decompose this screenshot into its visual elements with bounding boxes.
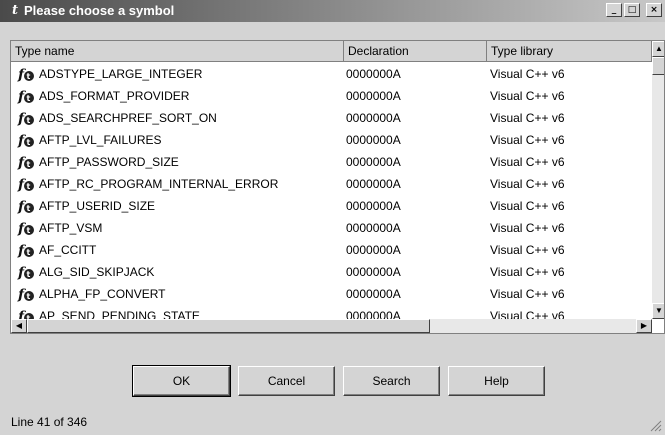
type-library-cell: Visual C++ v6 [490, 111, 565, 125]
type-library-cell: Visual C++ v6 [490, 287, 565, 301]
vertical-scrollbar[interactable]: ▲ ▼ [652, 41, 664, 319]
ok-button[interactable]: OK [132, 365, 231, 397]
table-row[interactable]: f t AFTP_VSM 0000000A Visual C++ v6 [11, 217, 651, 239]
type-name-cell: AFTP_RC_PROGRAM_INTERNAL_ERROR [39, 177, 279, 191]
horizontal-scroll-thumb[interactable] [27, 319, 430, 333]
type-name-cell: ALPHA_FP_CONVERT [39, 287, 166, 301]
svg-text:t: t [27, 138, 31, 147]
function-icon: ft [17, 243, 34, 259]
declaration-cell: 0000000A [346, 111, 401, 125]
scroll-right-button[interactable]: ▶ [636, 319, 652, 333]
resize-grip-icon[interactable] [648, 418, 662, 432]
svg-text:t: t [27, 292, 31, 301]
function-icon: ft [17, 155, 34, 171]
window-title: Please choose a symbol [24, 3, 175, 18]
type-name-cell: ADSTYPE_LARGE_INTEGER [39, 67, 203, 81]
function-icon: ft [17, 221, 34, 237]
function-icon: ft [17, 199, 34, 215]
table-row[interactable]: f t ADS_SEARCHPREF_SORT_ON 0000000A Visual C… [11, 107, 651, 129]
svg-text:t: t [27, 116, 31, 125]
declaration-cell: 0000000A [346, 265, 401, 279]
type-name-cell: AFTP_USERID_SIZE [39, 199, 156, 213]
declaration-cell: 0000000A [346, 243, 401, 257]
table-row[interactable]: f t AFTP_PASSWORD_SIZE 0000000A Visual C++ v… [11, 151, 651, 173]
cancel-button[interactable]: Cancel [238, 366, 335, 396]
svg-text:t: t [27, 182, 31, 191]
scroll-up-button[interactable]: ▲ [652, 41, 664, 57]
declaration-cell: 0000000A [346, 199, 401, 213]
svg-text:t: t [27, 226, 31, 235]
help-button[interactable]: Help [448, 366, 545, 396]
svg-text:t: t [27, 204, 31, 213]
declaration-cell: 0000000A [346, 133, 401, 147]
column-header-type-library[interactable]: Type library [487, 41, 652, 62]
table-row[interactable]: f t AFTP_LVL_FAILURES 0000000A Visual C++ v6 [11, 129, 651, 151]
type-name-cell: AF_CCITT [39, 243, 97, 257]
svg-text:t: t [27, 94, 31, 103]
type-name-cell: AFTP_VSM [39, 221, 103, 235]
column-header-type-name[interactable]: Type name [11, 41, 344, 62]
type-name-cell: ALG_SID_SKIPJACK [39, 265, 155, 279]
type-library-cell: Visual C++ v6 [490, 133, 565, 147]
table-row[interactable]: f t ALPHA_FP_CONVERT 0000000A Visual C++ v6 [11, 283, 651, 305]
svg-text:t: t [27, 72, 31, 81]
svg-text:t: t [27, 270, 31, 279]
title-bar[interactable]: t Please choose a symbol _ □ × [0, 0, 665, 22]
symbol-list[interactable]: Type name Declaration Type library f t ADS… [10, 40, 665, 334]
table-row[interactable]: f t AFTP_RC_PROGRAM_INTERNAL_ERROR 0000000A… [11, 173, 651, 195]
function-icon: ft [17, 111, 34, 127]
type-library-cell: Visual C++ v6 [490, 155, 565, 169]
table-row[interactable]: f t ALG_SID_SKIPJACK 0000000A Visual C++ v6 [11, 261, 651, 283]
type-name-cell: AFTP_LVL_FAILURES [39, 133, 162, 147]
declaration-cell: 0000000A [346, 287, 401, 301]
function-icon: ft [17, 265, 34, 281]
type-library-cell: Visual C++ v6 [490, 89, 565, 103]
type-name-cell: ADS_FORMAT_PROVIDER [39, 89, 190, 103]
table-row[interactable]: f t AF_CCITT 0000000A Visual C++ v6 [11, 239, 651, 261]
type-library-cell: Visual C++ v6 [490, 67, 565, 81]
type-library-cell: Visual C++ v6 [490, 265, 565, 279]
minimize-button[interactable]: _ [606, 3, 622, 17]
scroll-left-button[interactable]: ◀ [11, 319, 27, 333]
declaration-cell: 0000000A [346, 155, 401, 169]
declaration-cell: 0000000A [346, 177, 401, 191]
svg-text:t: t [27, 160, 31, 169]
scroll-down-button[interactable]: ▼ [652, 303, 664, 319]
function-icon: ft [17, 67, 34, 83]
function-icon: ft [17, 133, 34, 149]
table-row[interactable]: f t ADS_FORMAT_PROVIDER 0000000A Visual C++ … [11, 85, 651, 107]
column-header-declaration[interactable]: Declaration [344, 41, 487, 62]
horizontal-scrollbar[interactable]: ◀ ▶ [11, 319, 652, 333]
close-button[interactable]: × [646, 3, 662, 17]
type-name-cell: ADS_SEARCHPREF_SORT_ON [39, 111, 217, 125]
declaration-cell: 0000000A [346, 89, 401, 103]
type-name-cell: AFTP_PASSWORD_SIZE [39, 155, 179, 169]
function-icon: ft [17, 287, 34, 303]
maximize-button[interactable]: □ [624, 3, 640, 17]
table-row[interactable]: f t AFTP_USERID_SIZE 0000000A Visual C++ v6 [11, 195, 651, 217]
scroll-thumb[interactable] [652, 57, 664, 75]
type-library-cell: Visual C++ v6 [490, 177, 565, 191]
declaration-cell: 0000000A [346, 221, 401, 235]
app-icon: t [11, 3, 18, 18]
table-row[interactable]: f t ADSTYPE_LARGE_INTEGER 0000000A Visual C+… [11, 63, 651, 85]
search-button[interactable]: Search [343, 366, 440, 396]
declaration-cell: 0000000A [346, 67, 401, 81]
status-line: Line 41 of 346 [11, 415, 88, 429]
svg-text:t: t [27, 248, 31, 257]
function-icon: ft [17, 89, 34, 105]
function-icon: ft [17, 177, 34, 193]
type-library-cell: Visual C++ v6 [490, 199, 565, 213]
list-header: Type name Declaration Type library [11, 41, 664, 62]
type-library-cell: Visual C++ v6 [490, 243, 565, 257]
type-library-cell: Visual C++ v6 [490, 221, 565, 235]
